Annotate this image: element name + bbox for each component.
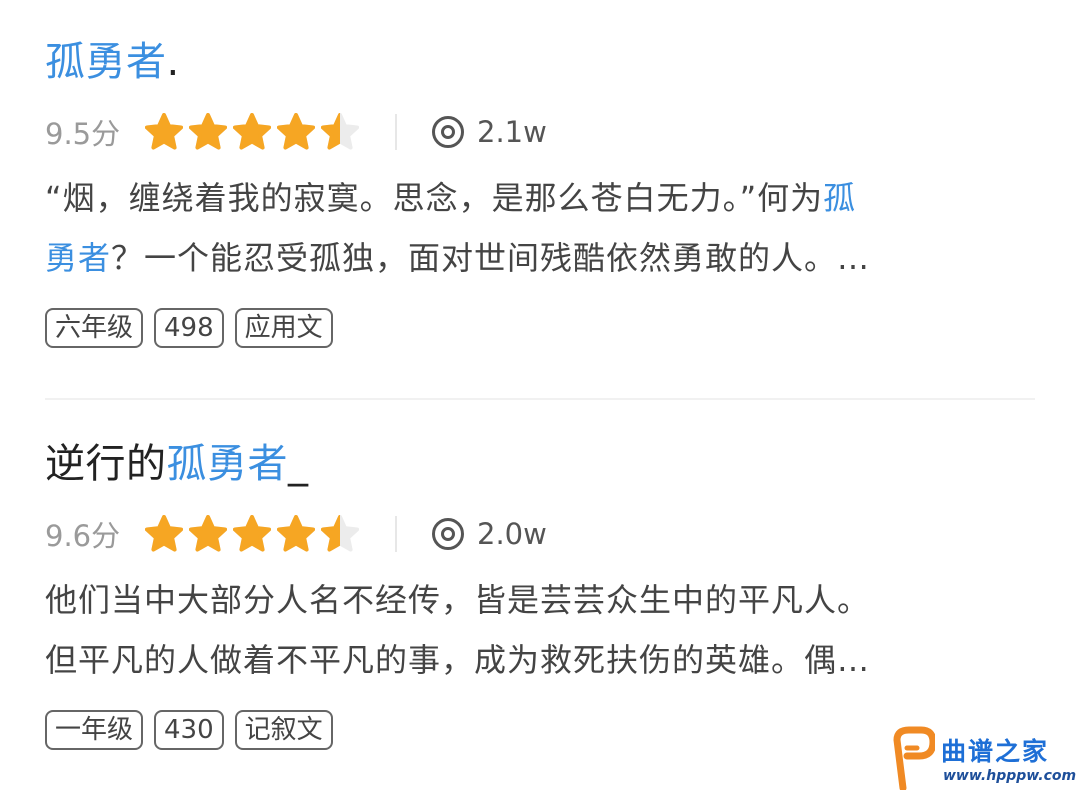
article-meta: 9.5分 2.1w	[45, 106, 1035, 158]
score-label: 9.5分	[45, 117, 121, 151]
excerpt-text: “烟，缠绕着我的寂寞。思念，是那么苍白无力。”何为	[45, 179, 824, 217]
star-rating	[145, 113, 359, 151]
star-rating	[145, 515, 359, 553]
view-count: 2.1w	[431, 115, 547, 149]
meta-divider	[395, 114, 397, 150]
article-title[interactable]: 逆行的孤勇者_	[45, 432, 1035, 496]
title-highlight: 孤勇者	[45, 39, 167, 85]
title-prefix: 逆行的	[45, 441, 167, 487]
site-watermark: 曲谱之家 www.hpppw.com	[893, 726, 1077, 792]
score-label: 9.6分	[45, 519, 121, 553]
grade-tag[interactable]: 一年级	[45, 710, 144, 750]
watermark-url: www.hpppw.com	[943, 768, 1077, 784]
excerpt-line-2: 勇者？一个能忍受孤独，面对世间残酷依然勇敢的人。…	[45, 228, 1035, 288]
star-icon	[277, 515, 315, 552]
excerpt-text: ？一个能忍受孤独，面对世间残酷依然勇敢的人。…	[111, 239, 871, 277]
view-count: 2.0w	[431, 517, 547, 551]
star-icon	[145, 113, 183, 150]
word-count-tag[interactable]: 498	[154, 308, 224, 348]
title-highlight: 孤勇者	[166, 441, 288, 487]
article-excerpt[interactable]: 他们当中大部分人名不经传，皆是芸芸众生中的平凡人。 但平凡的人做着不平凡的事，成…	[45, 570, 1035, 690]
star-icon	[321, 515, 359, 552]
view-count-value: 2.1w	[477, 115, 547, 149]
genre-tag[interactable]: 应用文	[234, 308, 333, 348]
genre-tag[interactable]: 记叙文	[234, 710, 333, 750]
excerpt-line-1: 他们当中大部分人名不经传，皆是芸芸众生中的平凡人。	[45, 581, 871, 619]
excerpt-highlight: 勇者	[45, 239, 112, 277]
eye-icon	[432, 116, 464, 148]
excerpt-line-2: 但平凡的人做着不平凡的事，成为救死扶伤的英雄。偶…	[45, 641, 871, 679]
article-card-1[interactable]: 孤勇者. 9.5分 2.1w “烟，缠绕着我的寂寞。思念，是那么苍白无力。”何为…	[45, 30, 1035, 348]
article-excerpt[interactable]: “烟，缠绕着我的寂寞。思念，是那么苍白无力。”何为孤 勇者？一个能忍受孤独，面对…	[45, 168, 1035, 288]
grade-tag[interactable]: 六年级	[45, 308, 144, 348]
excerpt-highlight: 孤	[823, 179, 857, 217]
article-title[interactable]: 孤勇者.	[45, 30, 1035, 94]
watermark-logo-icon	[893, 726, 935, 790]
title-suffix: _	[288, 441, 309, 487]
star-icon	[277, 113, 315, 150]
eye-icon	[432, 518, 464, 550]
word-count-tag[interactable]: 430	[154, 710, 224, 750]
star-icon	[233, 113, 271, 150]
view-count-value: 2.0w	[477, 517, 547, 551]
article-meta: 9.6分 2.0w	[45, 508, 1035, 560]
meta-divider	[395, 516, 397, 552]
tag-list: 六年级 498 应用文	[45, 308, 1035, 348]
excerpt-line-1: “烟，缠绕着我的寂寞。思念，是那么苍白无力。”何为孤	[45, 168, 1035, 228]
list-divider	[45, 398, 1035, 400]
star-icon	[321, 113, 359, 150]
title-suffix: .	[166, 39, 180, 85]
star-icon	[233, 515, 271, 552]
tag-list: 一年级 430 记叙文	[45, 710, 1035, 750]
star-icon	[189, 515, 227, 552]
watermark-brand: 曲谱之家	[941, 737, 1050, 766]
star-icon	[145, 515, 183, 552]
article-card-2[interactable]: 逆行的孤勇者_ 9.6分 2.0w 他们当中大部分人名不经传，皆是芸芸众生中的平…	[45, 432, 1035, 750]
star-icon	[189, 113, 227, 150]
